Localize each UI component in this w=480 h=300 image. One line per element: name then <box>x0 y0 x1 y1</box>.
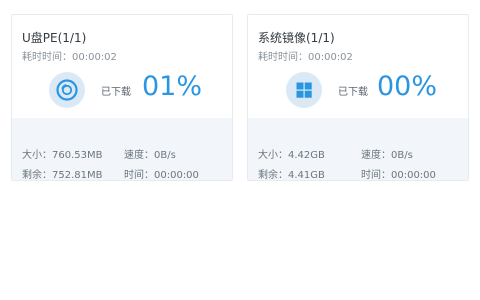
progress-row: 已下载 01% <box>12 70 232 110</box>
remaining-value: 剩余：4.41GB <box>258 170 325 181</box>
size-value: 大小：760.53MB <box>22 150 103 161</box>
windows-icon <box>286 72 322 108</box>
card-title: 系统镜像(1/1) <box>258 31 335 45</box>
stats-panel: 大小：760.53MB 速度：0B/s 剩余：752.81MB 时间：00:00… <box>12 118 232 181</box>
progress-label: 已下载 <box>101 87 131 98</box>
speed-value: 速度：0B/s <box>361 150 413 161</box>
time-value: 时间：00:00:00 <box>124 170 199 181</box>
disc-icon <box>49 72 85 108</box>
progress-percent: 01% <box>142 71 203 102</box>
time-value: 时间：00:00:00 <box>361 170 436 181</box>
download-card-system-image: 系统镜像(1/1) 耗时时间：00:00:02 已下载 00% 大小：4.42G… <box>247 14 469 181</box>
progress-percent: 00% <box>377 71 438 102</box>
card-title: U盘PE(1/1) <box>22 31 87 45</box>
speed-value: 速度：0B/s <box>124 150 176 161</box>
progress-label: 已下载 <box>338 87 368 98</box>
progress-row: 已下载 00% <box>248 70 468 110</box>
elapsed-time: 耗时时间：00:00:02 <box>22 52 117 63</box>
stats-panel: 大小：4.42GB 速度：0B/s 剩余：4.41GB 时间：00:00:00 <box>248 118 468 181</box>
elapsed-time: 耗时时间：00:00:02 <box>258 52 353 63</box>
download-panel: U盘PE(1/1) 耗时时间：00:00:02 已下载 01% 大小：760.5… <box>0 0 480 300</box>
download-card-usb-pe: U盘PE(1/1) 耗时时间：00:00:02 已下载 01% 大小：760.5… <box>11 14 233 181</box>
remaining-value: 剩余：752.81MB <box>22 170 103 181</box>
size-value: 大小：4.42GB <box>258 150 325 161</box>
